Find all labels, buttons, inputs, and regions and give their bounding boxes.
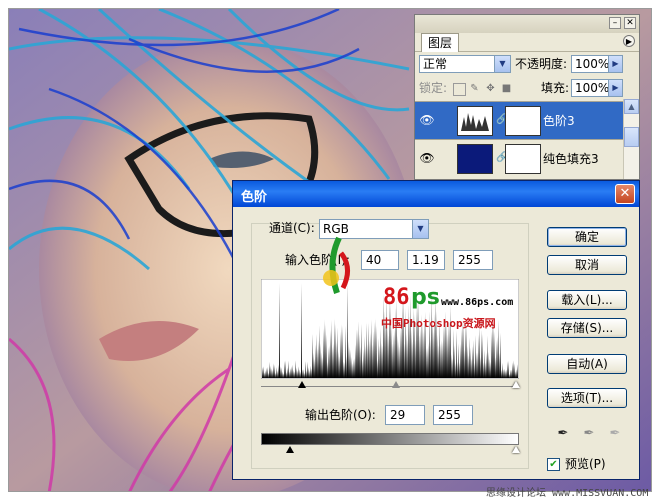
lock-brush-icon[interactable]: ✎ bbox=[469, 83, 480, 94]
output-white-field[interactable]: 255 bbox=[433, 405, 473, 425]
layer-mask-thumbnail bbox=[505, 144, 541, 174]
layer-mask-thumbnail bbox=[505, 106, 541, 136]
input-gamma-field[interactable]: 1.19 bbox=[407, 250, 445, 270]
fill-input[interactable]: 100% ▶ bbox=[571, 79, 623, 97]
input-white-handle[interactable] bbox=[512, 381, 520, 388]
scroll-thumb[interactable] bbox=[624, 127, 639, 147]
preview-label: 预览(P) bbox=[565, 457, 606, 471]
gray-eyedropper-icon[interactable]: ✒ bbox=[581, 426, 597, 442]
layer-row-solid-fill[interactable]: 👁 🔗 纯色填充3 bbox=[415, 139, 625, 177]
white-eyedropper-icon[interactable]: ✒ bbox=[607, 426, 623, 442]
lock-move-icon[interactable]: ✥ bbox=[485, 83, 496, 94]
eye-icon[interactable]: 👁 bbox=[419, 112, 435, 128]
site-logo-letters: ps bbox=[411, 285, 440, 310]
opacity-input[interactable]: 100% ▶ bbox=[571, 55, 623, 73]
black-eyedropper-icon[interactable]: ✒ bbox=[555, 426, 571, 442]
input-black-handle[interactable] bbox=[298, 381, 306, 388]
auto-button[interactable]: 自动(A) bbox=[547, 354, 627, 374]
input-black-field[interactable]: 40 bbox=[361, 250, 399, 270]
opacity-label: 不透明度: bbox=[515, 57, 568, 71]
chevron-right-icon: ▶ bbox=[608, 56, 622, 72]
output-levels-label: 输出色阶(O): bbox=[305, 408, 376, 422]
panel-titlebar: – ✕ bbox=[415, 15, 639, 33]
preview-checkbox[interactable]: ✔ bbox=[547, 458, 560, 471]
layers-scrollbar[interactable]: ▲ bbox=[623, 99, 639, 179]
site-logo-number: 86 bbox=[383, 285, 410, 310]
fill-label: 填充: bbox=[541, 81, 570, 95]
footer-watermark: 思缘设计论坛 www.MISSVUAN.COM bbox=[486, 488, 649, 499]
blend-mode-select[interactable]: 正常 ▼ bbox=[419, 55, 511, 73]
load-button[interactable]: 载入(L)... bbox=[547, 290, 627, 310]
layer-row-levels[interactable]: 👁 🔗 色阶3 bbox=[415, 101, 625, 139]
input-white-field[interactable]: 255 bbox=[453, 250, 493, 270]
minimize-icon[interactable]: – bbox=[609, 17, 621, 29]
chevron-down-icon: ▼ bbox=[412, 220, 428, 238]
output-white-handle[interactable] bbox=[512, 446, 520, 453]
close-icon[interactable]: ✕ bbox=[615, 184, 635, 204]
layers-panel: – ✕ 图层 ▶ 正常 ▼ 不透明度: 100% ▶ 锁定: ✎ ✥ ■ 填充:… bbox=[414, 14, 640, 180]
levels-adjustment-thumbnail bbox=[457, 106, 493, 136]
scroll-up-icon[interactable]: ▲ bbox=[624, 99, 639, 114]
blend-mode-value: 正常 bbox=[423, 57, 448, 71]
site-name: 中国Photoshop资源网 bbox=[381, 317, 496, 330]
ok-button[interactable]: 确定 bbox=[547, 227, 627, 247]
panel-tab-row: 图层 ▶ bbox=[415, 33, 639, 52]
chevron-right-icon: ▶ bbox=[608, 80, 622, 96]
opacity-value: 100% bbox=[575, 57, 610, 71]
output-black-field[interactable]: 29 bbox=[385, 405, 425, 425]
cancel-button[interactable]: 取消 bbox=[547, 255, 627, 275]
dialog-title: 色阶 bbox=[241, 190, 268, 205]
site-logo-mark bbox=[323, 236, 350, 294]
site-url: www.86ps.com bbox=[441, 297, 514, 308]
options-button[interactable]: 选项(T)... bbox=[547, 388, 627, 408]
levels-dialog: 色阶 ✕ 通道(C): RGB ▼ 输入色阶(I): 40 1.19 255 8… bbox=[232, 180, 640, 480]
channel-label: 通道(C): bbox=[269, 221, 315, 235]
output-black-handle[interactable] bbox=[286, 446, 294, 453]
fill-value: 100% bbox=[575, 81, 610, 95]
lock-transparency-icon[interactable] bbox=[453, 83, 466, 96]
lock-label: 锁定: bbox=[419, 81, 448, 95]
close-icon[interactable]: ✕ bbox=[624, 17, 636, 29]
chevron-down-icon: ▼ bbox=[494, 56, 510, 72]
dialog-titlebar: 色阶 ✕ bbox=[233, 181, 639, 207]
layer-name: 色阶3 bbox=[543, 114, 575, 128]
eye-icon[interactable]: 👁 bbox=[419, 150, 435, 166]
layer-name: 纯色填充3 bbox=[543, 152, 599, 166]
lock-all-icon[interactable]: ■ bbox=[501, 83, 512, 94]
input-gamma-handle[interactable] bbox=[392, 381, 400, 388]
tab-layers[interactable]: 图层 bbox=[421, 33, 460, 52]
save-button[interactable]: 存储(S)... bbox=[547, 318, 627, 338]
panel-menu-icon[interactable]: ▶ bbox=[623, 35, 635, 47]
output-gradient-bar bbox=[261, 433, 519, 445]
solid-color-thumbnail bbox=[457, 144, 493, 174]
